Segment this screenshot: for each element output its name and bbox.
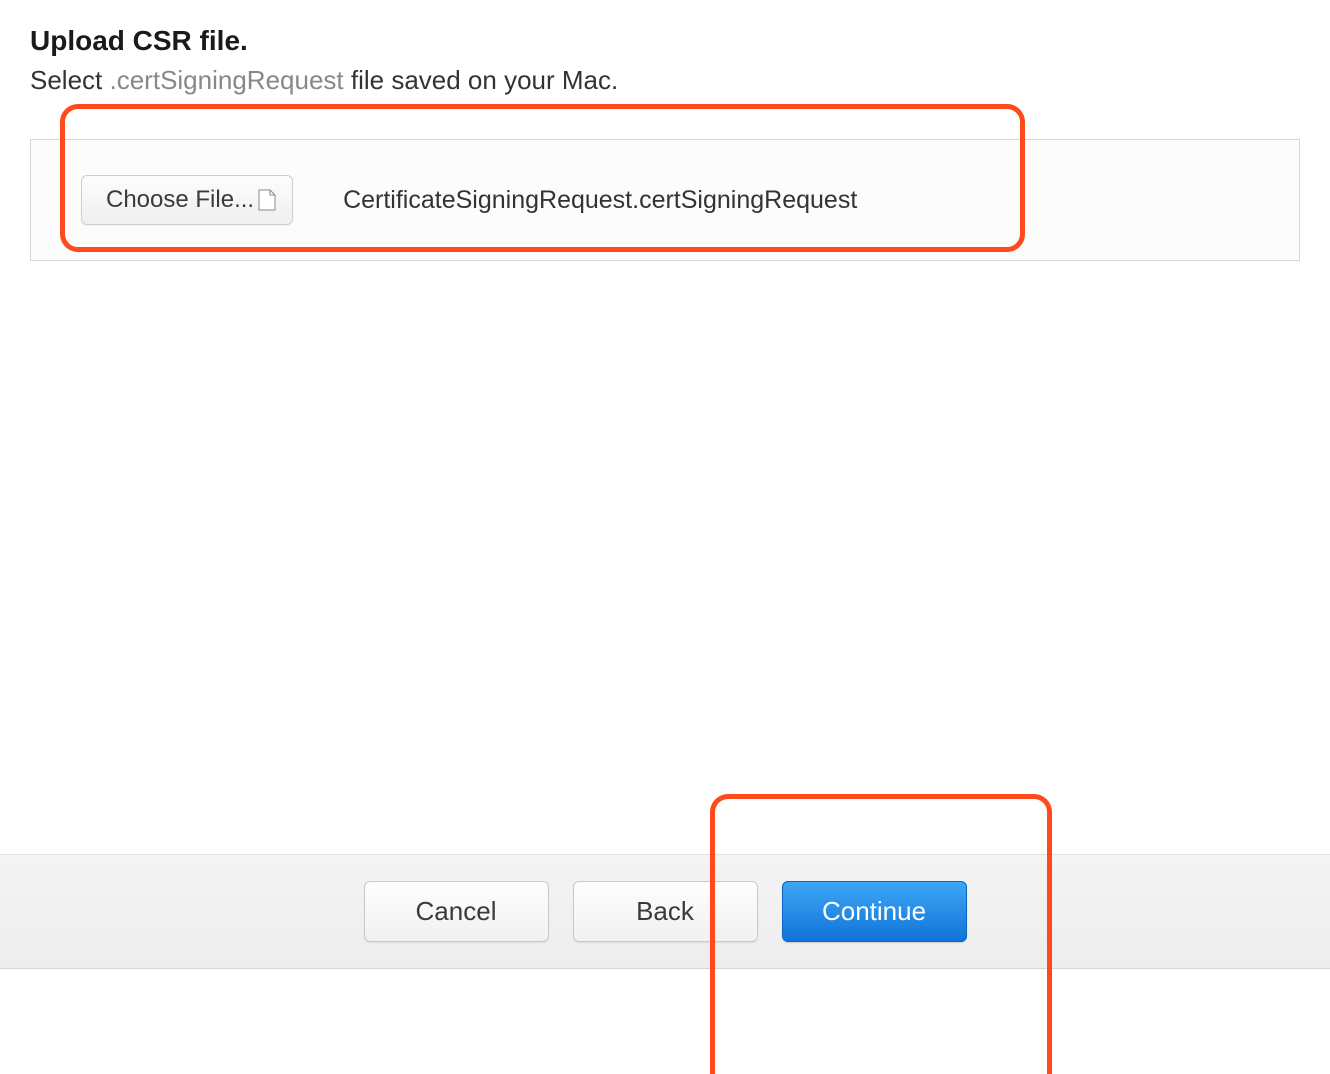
selected-filename: CertificateSigningRequest.certSigningReq… (343, 186, 857, 215)
subtitle-suffix: file saved on your Mac. (344, 65, 619, 95)
upload-header: Upload CSR file. Select .certSigningRequ… (0, 0, 1330, 111)
back-button[interactable]: Back (573, 881, 758, 942)
subtitle-prefix: Select (30, 65, 110, 95)
choose-file-button[interactable]: Choose File... (81, 175, 293, 225)
choose-file-row: Choose File... CertificateSigningRequest… (81, 175, 1249, 225)
continue-button[interactable]: Continue (782, 881, 967, 942)
cancel-button[interactable]: Cancel (364, 881, 549, 942)
choose-file-label: Choose File... (106, 186, 254, 214)
subtitle-extension: .certSigningRequest (110, 65, 344, 95)
page-subtitle: Select .certSigningRequest file saved on… (30, 65, 1300, 96)
page-title: Upload CSR file. (30, 25, 1300, 57)
file-icon (258, 189, 276, 211)
footer-toolbar: Cancel Back Continue (0, 854, 1330, 969)
upload-area: Choose File... CertificateSigningRequest… (30, 139, 1300, 261)
